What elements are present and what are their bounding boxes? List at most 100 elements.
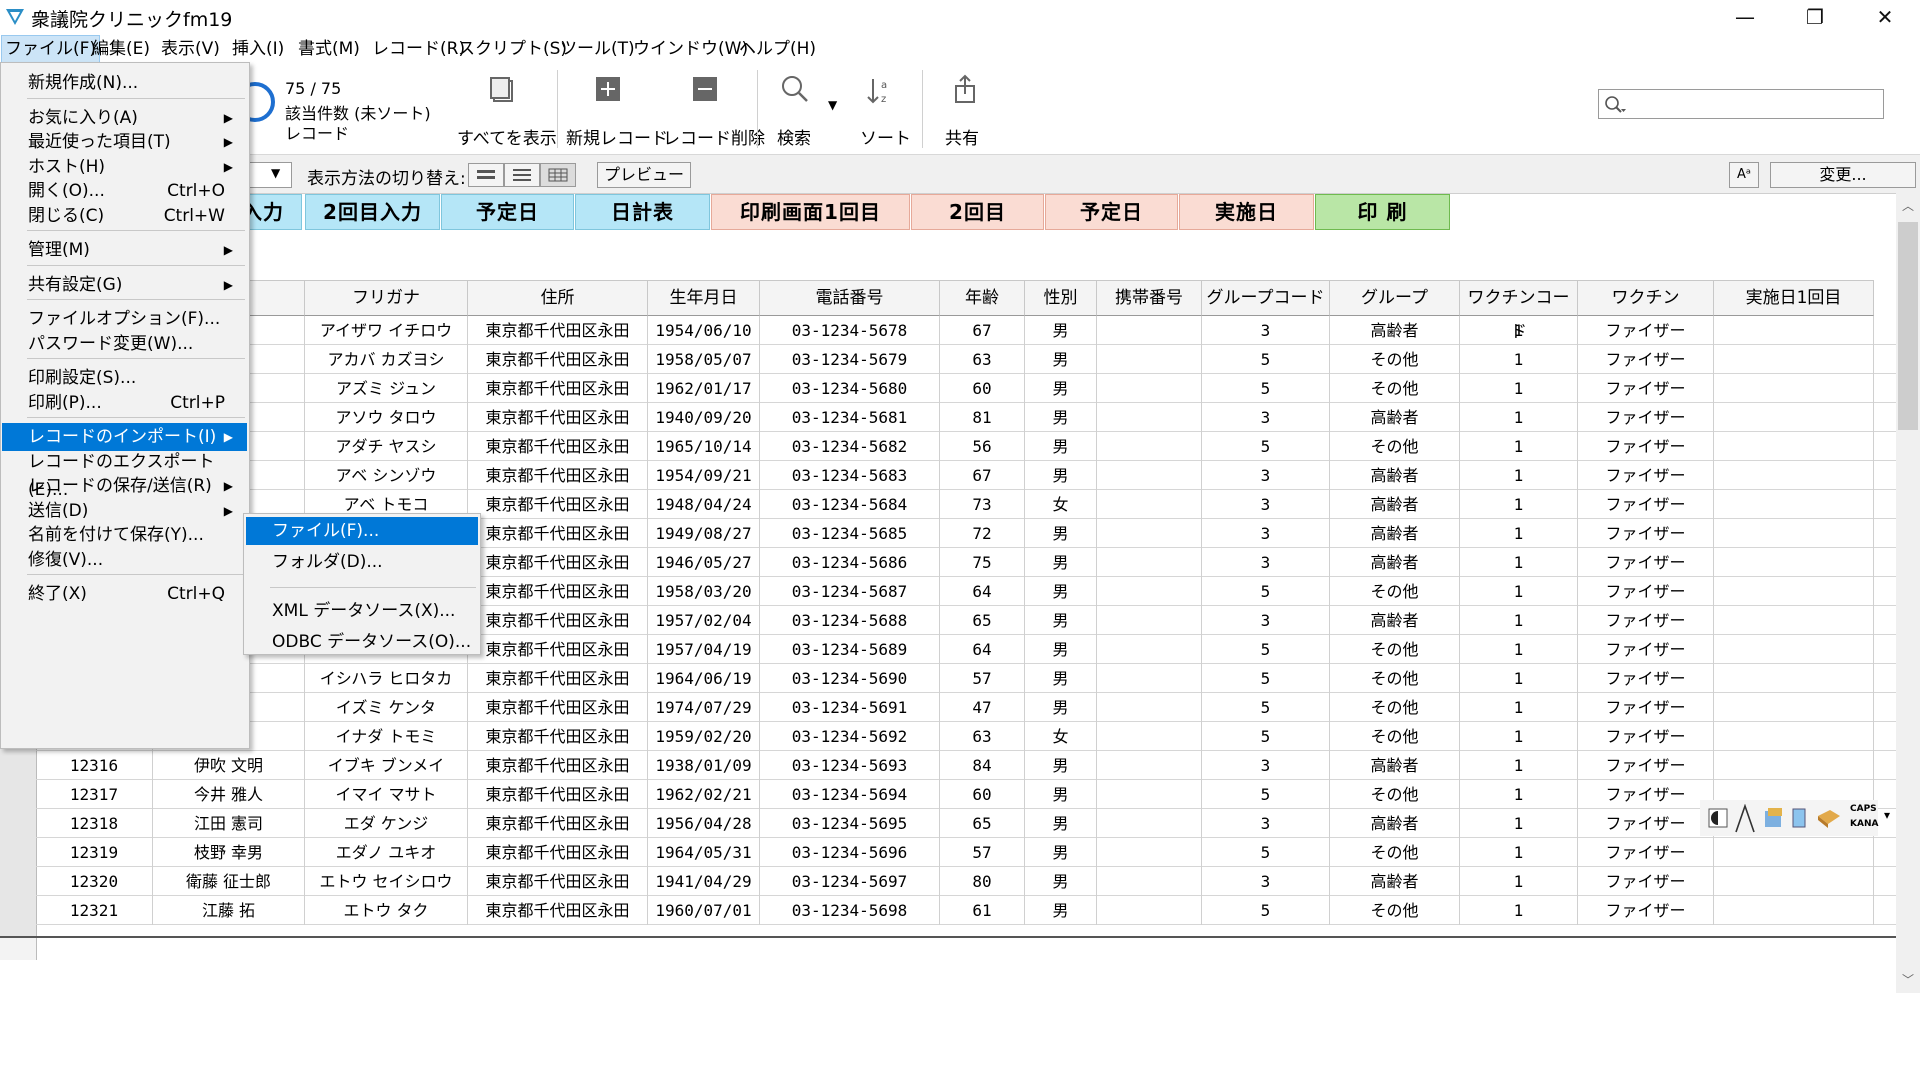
table-cell[interactable]: 高齢者 [1330,751,1460,780]
ime-options-icon[interactable]: ▾ [1884,808,1890,822]
delete-record-icon[interactable] [685,76,725,109]
close-button[interactable]: ✕ [1850,0,1920,34]
table-cell[interactable]: 男 [1025,548,1097,577]
table-cell[interactable]: 1958/05/07 [648,345,760,374]
list-view-button[interactable] [504,163,540,187]
minimize-button[interactable]: — [1710,0,1780,34]
file-menu-item[interactable]: 印刷(P)... Ctrl+P [2,389,247,417]
table-cell[interactable]: 5 [1202,345,1330,374]
table-cell[interactable]: 男 [1025,780,1097,809]
column-header[interactable]: グループ [1330,280,1460,316]
new-record-icon[interactable] [588,76,628,109]
table-cell[interactable]: 1957/02/04 [648,606,760,635]
table-cell[interactable]: 東京都千代田区永田 [468,693,648,722]
table-cell[interactable]: 1 [1460,693,1578,722]
table-cell[interactable] [1714,461,1874,490]
table-cell[interactable]: 男 [1025,345,1097,374]
menu-records[interactable]: レコード(R) [369,36,468,62]
table-cell[interactable]: イマイ マサト [305,780,468,809]
nav-tab-second[interactable]: 2回目 [911,194,1044,230]
column-header[interactable]: ワクチンコード [1460,280,1578,342]
table-cell[interactable]: 1962/02/21 [648,780,760,809]
table-cell[interactable]: ファイザー [1578,345,1714,374]
table-cell[interactable]: 衛藤 征士郎 [153,867,305,896]
nav-tab-second-entry[interactable]: 2回目入力 [305,194,440,230]
table-cell[interactable]: 03-1234-5696 [760,838,940,867]
table-cell[interactable]: 東京都千代田区永田 [468,838,648,867]
table-cell[interactable]: 1 [1460,722,1578,751]
table-cell[interactable]: 03-1234-5678 [760,316,940,345]
show-all-button[interactable]: すべてを表示 [457,124,557,149]
table-cell[interactable] [1714,519,1874,548]
table-cell[interactable] [1714,606,1874,635]
table-cell[interactable]: 高齢者 [1330,403,1460,432]
table-cell[interactable]: 65 [940,809,1025,838]
table-cell[interactable]: 5 [1202,838,1330,867]
table-cell[interactable]: 03-1234-5694 [760,780,940,809]
table-cell[interactable] [1714,635,1874,664]
sort-icon[interactable]: az [860,76,900,113]
table-cell[interactable]: 1960/07/01 [648,896,760,925]
table-cell[interactable]: 3 [1202,316,1330,345]
table-cell[interactable]: 東京都千代田区永田 [468,316,648,345]
table-cell[interactable]: アダチ ヤスシ [305,432,468,461]
nav-tab-done-date[interactable]: 実施日 [1179,194,1314,230]
table-cell[interactable] [1097,345,1202,374]
table-cell[interactable] [1714,432,1874,461]
ime-mode-icon[interactable] [1708,808,1728,828]
share-icon[interactable] [945,74,985,111]
table-cell[interactable]: 03-1234-5690 [760,664,940,693]
table-cell[interactable]: その他 [1330,722,1460,751]
table-cell[interactable]: 1 [1460,432,1578,461]
table-cell[interactable]: 73 [940,490,1025,519]
table-cell[interactable]: 1948/04/24 [648,490,760,519]
table-cell[interactable]: 1 [1460,316,1578,345]
table-cell[interactable]: 64 [940,635,1025,664]
table-cell[interactable]: 男 [1025,838,1097,867]
table-cell[interactable]: イナダ トモミ [305,722,468,751]
table-cell[interactable] [1714,867,1874,896]
table-cell[interactable]: 東京都千代田区永田 [468,809,648,838]
table-cell[interactable]: 江藤 拓 [153,896,305,925]
menu-insert[interactable]: 挿入(I) [229,36,287,62]
scrollbar-thumb[interactable] [1898,222,1918,430]
column-header[interactable]: 住所 [468,280,648,316]
table-cell[interactable]: 03-1234-5697 [760,867,940,896]
table-cell[interactable]: 47 [940,693,1025,722]
table-cell[interactable]: 女 [1025,722,1097,751]
table-cell[interactable]: 1 [1460,403,1578,432]
table-cell[interactable]: 5 [1202,693,1330,722]
table-cell[interactable]: ファイザー [1578,374,1714,403]
table-cell[interactable]: 東京都千代田区永田 [468,577,648,606]
ime-input-a-icon[interactable] [1734,804,1756,834]
table-cell[interactable] [1097,838,1202,867]
find-button[interactable]: 検索 [777,124,811,149]
table-cell[interactable]: 03-1234-5681 [760,403,940,432]
table-view-button[interactable] [540,163,576,187]
table-cell[interactable]: 男 [1025,316,1097,345]
table-cell[interactable]: 67 [940,461,1025,490]
table-cell[interactable]: 3 [1202,867,1330,896]
table-cell[interactable]: 03-1234-5692 [760,722,940,751]
table-cell[interactable]: 03-1234-5688 [760,606,940,635]
file-menu-item[interactable]: 終了(X) Ctrl+Q [2,580,247,608]
table-cell[interactable]: 61 [940,896,1025,925]
table-cell[interactable]: ファイザー [1578,490,1714,519]
search-icon[interactable] [775,74,815,111]
table-cell[interactable]: 高齢者 [1330,316,1460,345]
quick-find-input[interactable] [1631,92,1881,114]
table-cell[interactable]: 1962/01/17 [648,374,760,403]
import-submenu-item[interactable]: XML データソース(X)... [246,597,478,625]
table-cell[interactable]: 東京都千代田区永田 [468,896,648,925]
delete-record-button[interactable]: レコード削除 [663,124,765,149]
table-cell[interactable]: ファイザー [1578,606,1714,635]
file-menu-item[interactable]: 修復(V)... [2,546,247,574]
table-cell[interactable]: 12316 [36,751,153,780]
menu-view[interactable]: 表示(V) [158,36,223,62]
table-cell[interactable]: 1964/06/19 [648,664,760,693]
table-cell[interactable]: 女 [1025,490,1097,519]
text-format-button[interactable]: Aᵃ [1729,162,1759,188]
table-cell[interactable]: アカバ カズヨシ [305,345,468,374]
form-view-button[interactable] [468,163,504,187]
table-cell[interactable]: その他 [1330,664,1460,693]
